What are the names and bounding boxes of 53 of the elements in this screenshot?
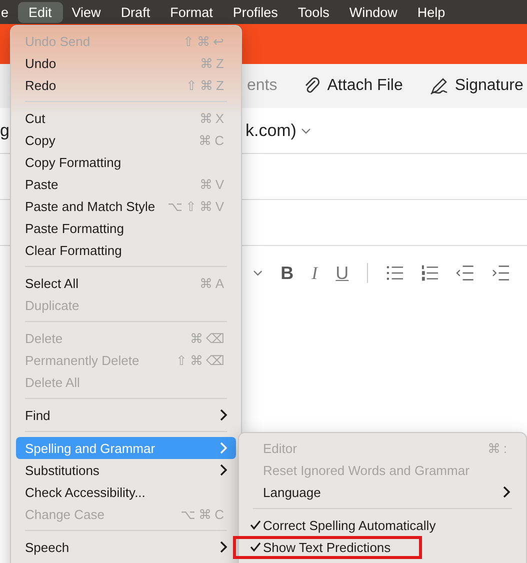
menu-item[interactable]: Paste Formatting [16,217,236,239]
menu-item[interactable]: Find [16,404,236,426]
menu-bar-item[interactable]: Profiles [222,2,289,22]
menu-bar-item[interactable]: Help [406,2,456,22]
paperclip-icon [303,77,322,95]
menu-bar-item[interactable]: Format [159,2,224,22]
shortcut-label: ⌥⇧⌘V [167,198,227,214]
menu-item[interactable]: Show Text Predictions [244,536,521,558]
menu-item[interactable]: Copy Formatting [16,151,236,173]
pen-icon [428,76,449,96]
menu-item[interactable]: Paste and Match Style ⌥⇧⌘V [16,195,236,217]
menu-item[interactable]: Cut ⌘X [16,107,236,129]
shortcut-label: ⇧⌘⌫ [176,352,227,368]
sender-text: k.com) [245,120,296,140]
menu-item[interactable]: Paste ⌘V [16,173,236,195]
menu-item[interactable]: Check Accessibility... [16,481,236,503]
shortcut-label: ⌘X [199,110,227,126]
menu-item[interactable]: Substitutions [16,459,236,481]
menu-item[interactable]: Clear Formatting [16,239,236,261]
shortcut-label: ⇧⌘↩ [183,34,227,48]
chevron-down-icon [301,128,312,134]
menu-bar-item[interactable]: View [60,2,112,22]
toolbar-button[interactable]: Signature [428,76,524,96]
menu-item[interactable]: Select All ⌘A [16,272,236,294]
shortcut-label: ⌘V [199,176,227,192]
sender-text: g [0,120,10,140]
format-button[interactable]: B [280,262,294,284]
shortcut-label: ⌘A [199,276,227,290]
toolbar-button[interactable]: Attach File [303,77,403,95]
menu-item[interactable]: Undo ⌘Z [16,52,236,74]
bullet-list-icon [386,264,403,282]
menu-item[interactable]: Redo ⇧⌘Z [16,74,236,96]
menu-item[interactable]: Correct Spelling Automatically [244,514,521,536]
shortcut-label: ⇧⌘Z [186,78,227,92]
chevron-down-icon [253,270,263,276]
outdent-icon [456,264,474,282]
shortcut-label: ⌥⌘C [180,506,227,522]
format-button[interactable]: U [336,262,349,284]
menu-item[interactable]: Language [244,481,521,503]
indent-icon [492,264,509,282]
shortcut-label: ⌘⌫ [190,330,227,346]
menu-bar-item[interactable]: Draft [110,2,162,22]
numbered-list-icon [420,264,438,282]
shortcut-label: ⌘: [487,440,510,456]
menu-bar-item[interactable]: Window [338,2,408,22]
menu-bar-item[interactable]: Edit [18,2,63,22]
menu-bar-item[interactable]: e [1,2,9,22]
menu-item[interactable]: Copy ⌘C [16,129,236,151]
shortcut-label: ⌘C [198,132,227,148]
shortcut-label: ⌘Z [200,56,227,70]
format-button[interactable]: I [312,262,318,284]
menu-bar-item[interactable]: Tools [286,2,340,22]
menu-item[interactable]: Speech [16,536,236,558]
